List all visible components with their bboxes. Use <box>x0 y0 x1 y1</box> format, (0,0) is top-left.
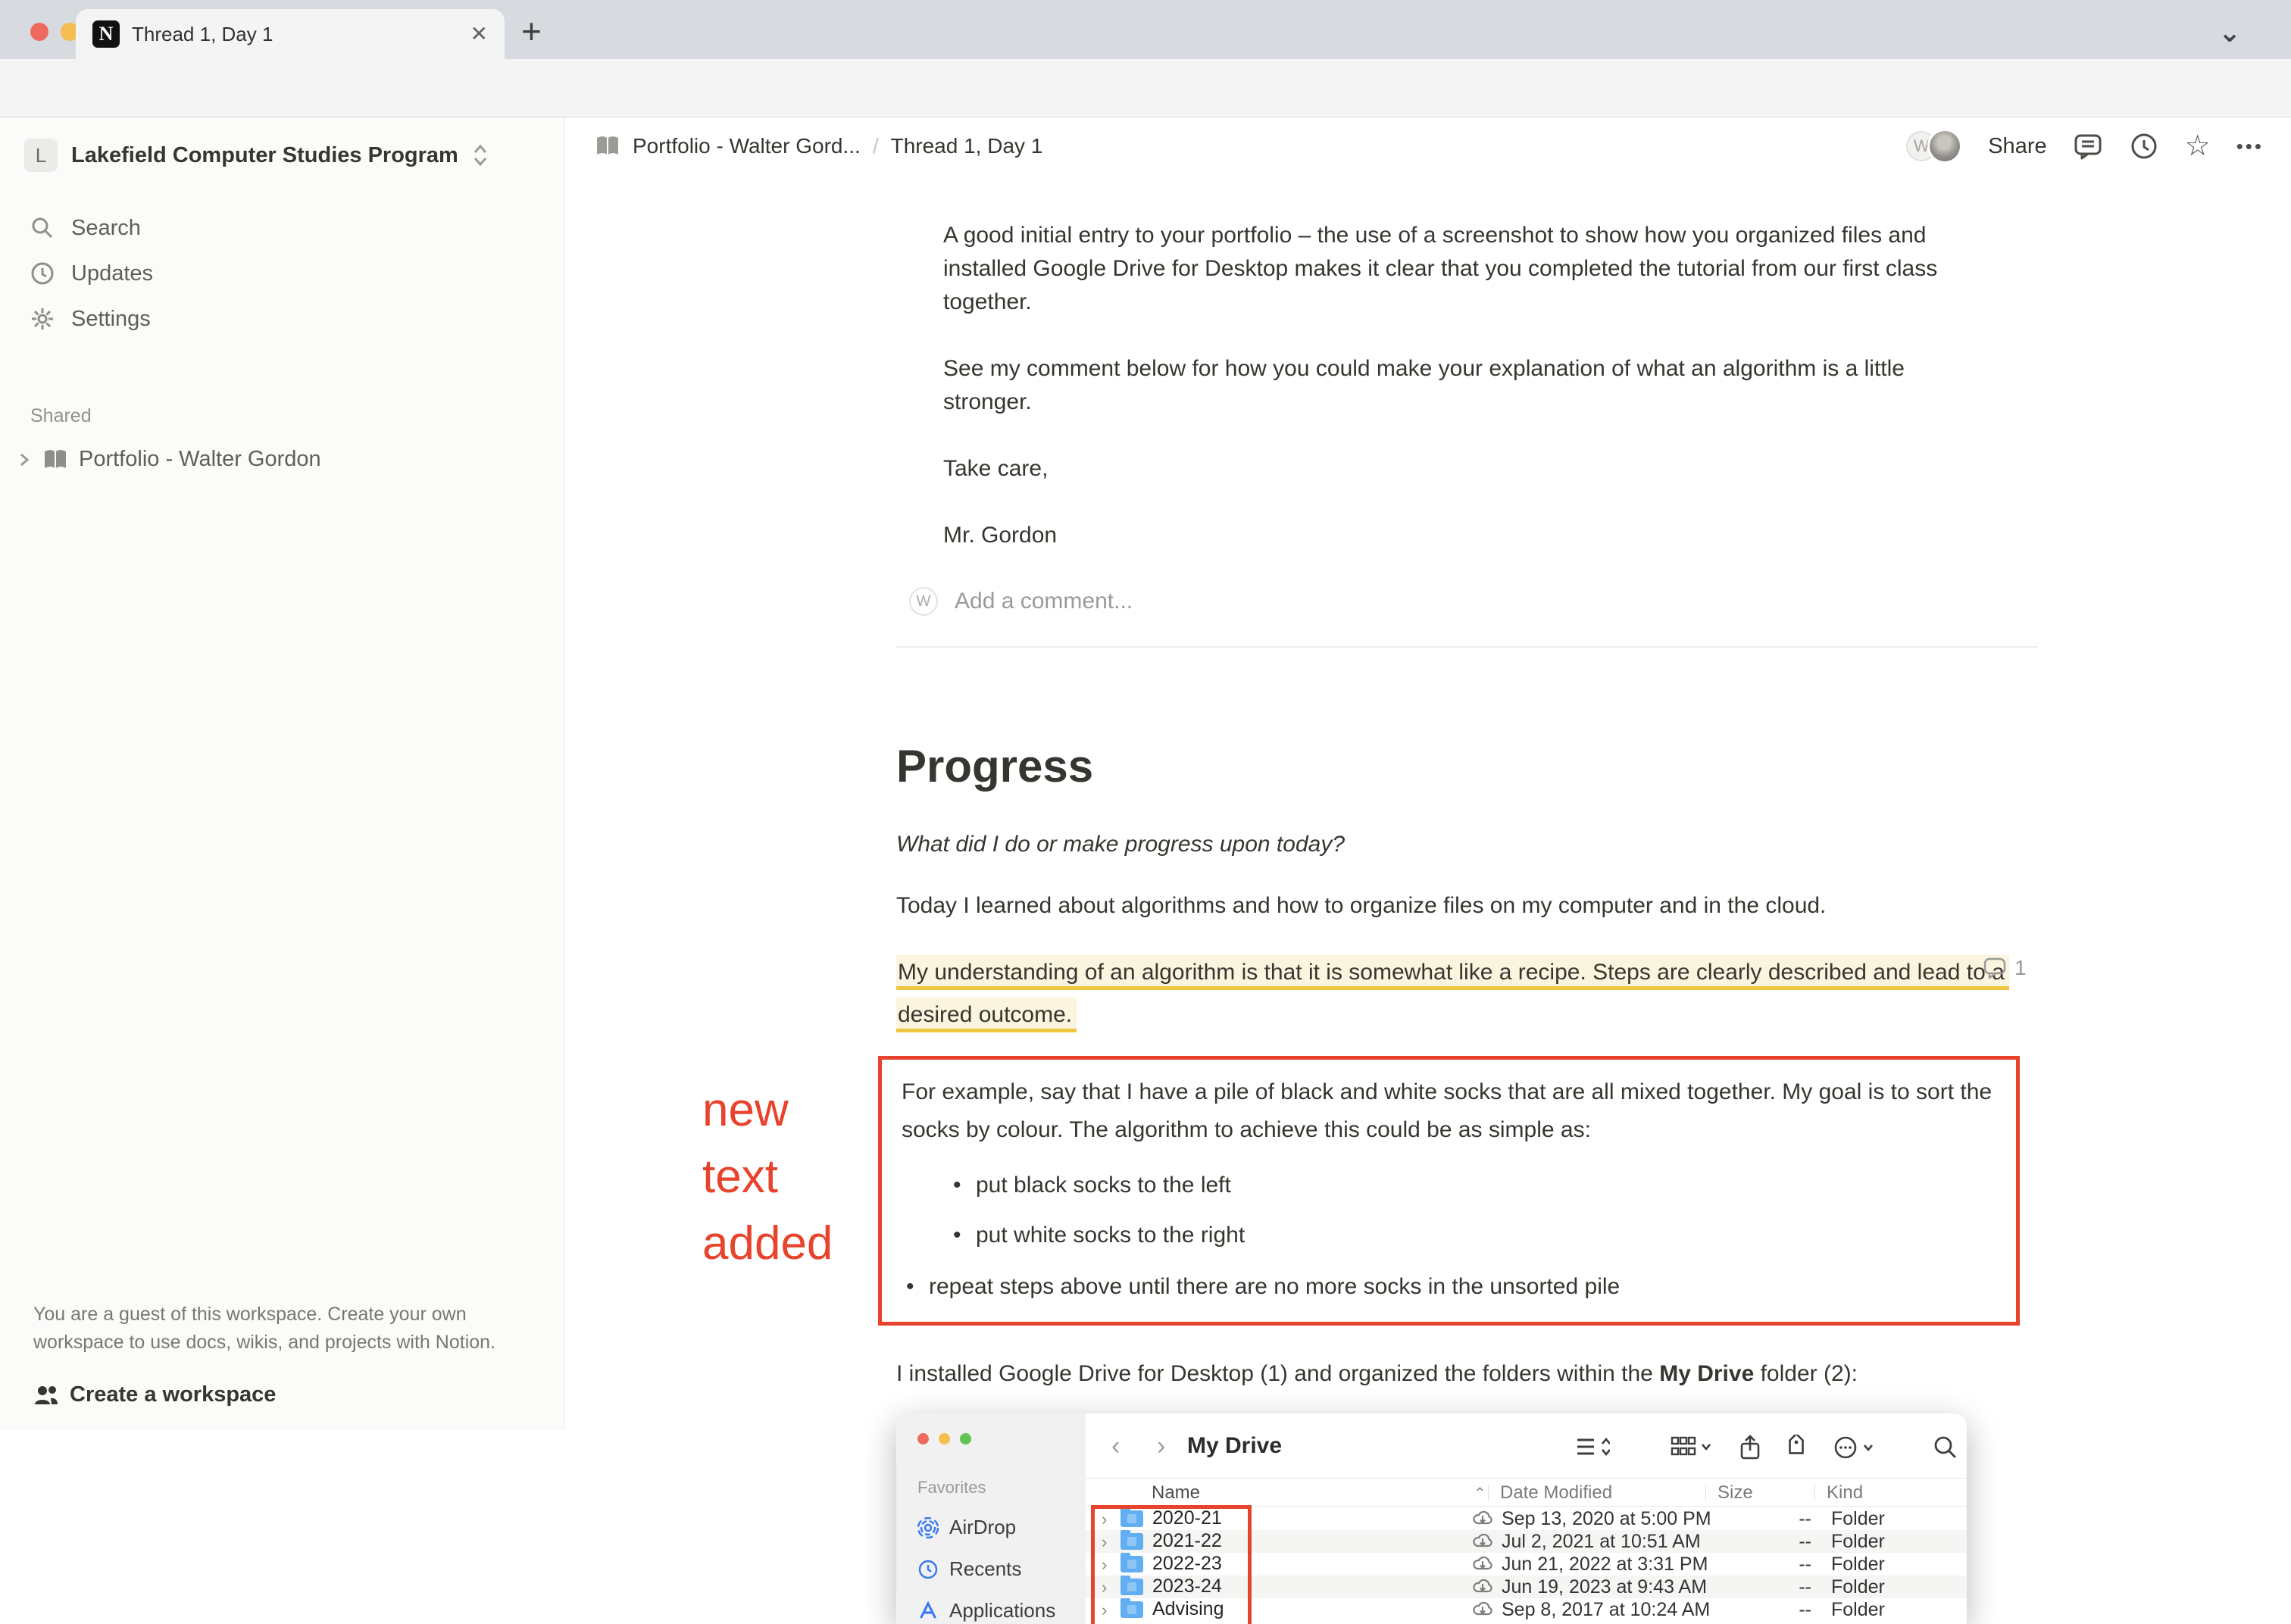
minimize-window-button <box>939 1433 950 1444</box>
finder-sidebar-recents: Recents <box>917 1557 1086 1581</box>
progress-paragraph: Today I learned about algorithms and how… <box>896 893 1827 918</box>
notion-main: Portfolio - Walter Gord... / Thread 1, D… <box>564 117 2291 1624</box>
tab-search-chevron-icon[interactable] <box>2218 17 2241 48</box>
browser-toolbar: notion.so/lakefieldcs/Thread-1-Day-1-be7… <box>0 59 2291 170</box>
sidebar-item-portfolio[interactable]: Portfolio - Walter Gordon <box>17 447 564 472</box>
finder-sidebar-applications: Applications <box>917 1599 1086 1622</box>
sidebar-item-search[interactable]: Search <box>0 205 564 251</box>
finder-window-title: My Drive <box>1187 1433 1283 1458</box>
viewer-avatars: W <box>1906 129 1963 164</box>
red-annotation-text: new text added <box>702 1084 833 1270</box>
book-icon <box>597 136 618 155</box>
algorithm-bullet-list: put black socks to the left put white so… <box>902 1169 1993 1304</box>
airdrop-icon <box>917 1516 939 1538</box>
finder-forward-icon: › <box>1157 1432 1166 1460</box>
progress-question: What did I do or make progress upon toda… <box>896 832 1346 857</box>
workspace-chevrons-icon <box>474 144 486 167</box>
finder-search-icon <box>1933 1435 1958 1460</box>
avatar: W <box>909 587 938 616</box>
red-annotation-box: For example, say that I have a pile of b… <box>878 1056 2020 1326</box>
breadcrumb-separator: / <box>872 134 879 158</box>
sidebar-item-settings[interactable]: Settings <box>0 296 564 342</box>
install-paragraph: I installed Google Drive for Desktop (1)… <box>896 1361 1858 1386</box>
cloud-download-icon <box>1472 1532 1493 1549</box>
add-comment-row[interactable]: W Add a comment... <box>909 587 1972 616</box>
page-header: Portfolio - Walter Gord... / Thread 1, D… <box>564 117 2291 175</box>
create-workspace-button[interactable]: Create a workspace <box>33 1382 530 1407</box>
group-view-icon <box>1671 1435 1713 1459</box>
comments-icon[interactable] <box>2073 131 2103 161</box>
finder-back-icon: ‹ <box>1111 1432 1120 1460</box>
bullet-item: repeat steps above until there are no mo… <box>902 1270 1993 1304</box>
breadcrumb-current[interactable]: Thread 1, Day 1 <box>891 134 1043 158</box>
book-icon <box>45 449 66 468</box>
finder-share-icon <box>1739 1435 1761 1460</box>
notion-favicon: N <box>92 20 120 48</box>
red-annotation-box-folders <box>1091 1505 1252 1624</box>
applications-icon <box>917 1601 939 1622</box>
comment-count-badge[interactable]: 1 <box>1983 956 2027 980</box>
notion-app: L Lakefield Computer Studies Program Sea… <box>0 117 2291 1624</box>
thread-paragraph: Mr. Gordon <box>943 523 1058 548</box>
more-actions-icon <box>1833 1435 1877 1460</box>
expand-chevron-icon[interactable] <box>17 449 32 470</box>
guest-note: You are a guest of this workspace. Creat… <box>33 1304 495 1353</box>
finder-window-controls <box>917 1433 1086 1444</box>
comment-bubble-icon <box>1983 957 2006 979</box>
highlighted-text[interactable]: My understanding of an algorithm is that… <box>896 955 2009 1032</box>
browser-tab-strip: N Thread 1, Day 1 <box>0 0 2291 59</box>
tab-close-icon[interactable] <box>470 23 488 45</box>
shared-section-label: Shared <box>30 405 92 426</box>
history-clock-icon[interactable] <box>2129 131 2159 161</box>
bullet-item: put black socks to the left <box>949 1169 1993 1202</box>
teacher-comment-thread: A good initial entry to your portfolio –… <box>896 219 1972 552</box>
finder-toolbar: ‹ › My Drive <box>1086 1413 1967 1478</box>
add-comment-input[interactable]: Add a comment... <box>955 589 1133 614</box>
sidebar-item-updates[interactable]: Updates <box>0 251 564 296</box>
workspace-switcher[interactable]: L Lakefield Computer Studies Program <box>24 139 564 172</box>
thread-paragraph: A good initial entry to your portfolio –… <box>943 223 1938 314</box>
search-icon <box>30 216 56 240</box>
notion-sidebar: L Lakefield Computer Studies Program Sea… <box>0 117 564 1430</box>
browser-tab[interactable]: N Thread 1, Day 1 <box>76 9 505 59</box>
breadcrumb: Portfolio - Walter Gord... / Thread 1, D… <box>595 134 1042 158</box>
finder-sidebar: Favorites AirDrop Recents Applications <box>896 1413 1086 1624</box>
cloud-download-icon <box>1472 1578 1493 1594</box>
new-tab-button[interactable] <box>521 14 542 48</box>
example-paragraph: For example, say that I have a pile of b… <box>902 1079 1993 1142</box>
people-icon <box>35 1385 58 1404</box>
tab-title: Thread 1, Day 1 <box>132 22 273 45</box>
close-window-button <box>917 1433 929 1444</box>
highlighted-block: My understanding of an algorithm is that… <box>896 951 2027 1036</box>
page-section-title: Progress <box>896 741 1094 792</box>
embedded-finder-screenshot: Favorites AirDrop Recents Applications ‹… <box>896 1413 1967 1624</box>
finder-sidebar-airdrop: AirDrop <box>917 1516 1086 1539</box>
cloud-download-icon <box>1472 1601 1493 1617</box>
favorites-label: Favorites <box>917 1478 986 1497</box>
favorite-star-icon[interactable] <box>2185 132 2211 161</box>
divider <box>896 646 2038 648</box>
list-view-icon <box>1575 1435 1610 1459</box>
finder-column-headers: Name ⌃ Date Modified Size Kind <box>1086 1478 1967 1507</box>
updates-clock-icon <box>30 261 56 286</box>
tag-icon <box>1784 1435 1808 1459</box>
zoom-window-button <box>960 1433 971 1444</box>
gear-icon <box>30 307 56 331</box>
avatar <box>1927 129 1963 164</box>
cloud-download-icon <box>1472 1555 1493 1572</box>
breadcrumb-parent[interactable]: Portfolio - Walter Gord... <box>633 134 861 158</box>
recents-clock-icon <box>917 1559 939 1580</box>
sort-ascending-icon: ⌃ <box>1474 1485 1486 1502</box>
close-window-button[interactable] <box>30 23 48 41</box>
bullet-item: put white socks to the right <box>949 1219 1993 1252</box>
more-options-icon[interactable] <box>2236 135 2264 158</box>
workspace-avatar: L <box>24 139 58 172</box>
thread-paragraph: See my comment below for how you could m… <box>943 356 1905 414</box>
share-button[interactable]: Share <box>1988 134 2046 159</box>
thread-paragraph: Take care, <box>943 456 1049 481</box>
cloud-download-icon <box>1472 1510 1493 1526</box>
